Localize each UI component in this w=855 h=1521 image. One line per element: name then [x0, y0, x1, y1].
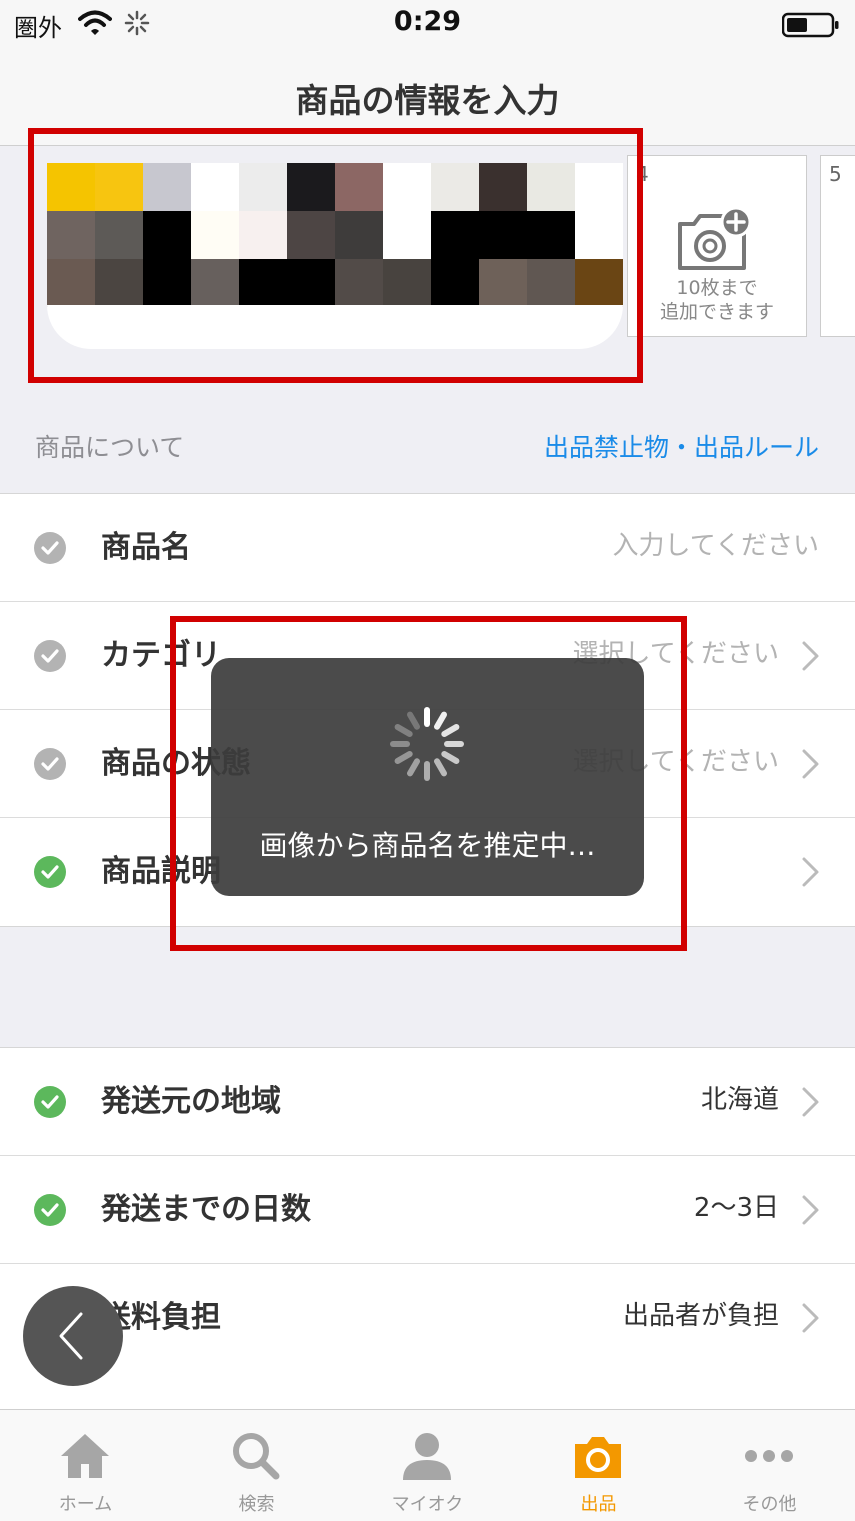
- section-header: 商品について 出品禁止物・出品ルール: [0, 400, 855, 492]
- row-value: 出品者が負担: [622, 1301, 779, 1331]
- check-done-icon: [34, 1086, 66, 1118]
- chevron-left-icon: [59, 1312, 83, 1360]
- photo-slot-5[interactable]: 5: [820, 155, 855, 337]
- tab-label: ホーム: [58, 1494, 113, 1515]
- slot-number: 5: [829, 162, 842, 186]
- row-value: 北海道: [700, 1085, 779, 1115]
- battery-icon: [782, 12, 839, 38]
- camera-icon: [575, 1437, 621, 1478]
- chevron-right-icon: [802, 641, 819, 671]
- add-photo-caption: 10枚まで 追加できます: [628, 276, 806, 324]
- status-bar: 圏外 0:29: [0, 0, 855, 48]
- page-title: 商品の情報を入力: [295, 81, 560, 120]
- tab-more[interactable]: その他: [684, 1410, 855, 1521]
- prohibited-items-link[interactable]: 出品禁止物・出品ルール: [544, 428, 819, 464]
- chevron-right-icon: [802, 749, 819, 779]
- item-name-input[interactable]: 入力してください: [613, 525, 819, 562]
- row-label: 発送元の地域: [101, 1084, 281, 1119]
- shipping-group: 発送元の地域 北海道 発送までの日数 2～3日 送料負担 出品者が負担: [0, 1047, 855, 1427]
- back-button[interactable]: [23, 1286, 123, 1386]
- tab-label: 検索: [238, 1494, 275, 1515]
- tab-my-auction[interactable]: マイオク: [342, 1410, 513, 1521]
- row-value: 2～3日: [693, 1193, 779, 1223]
- row-label: 発送までの日数: [101, 1192, 311, 1227]
- tab-label: 出品: [580, 1494, 617, 1515]
- chevron-right-icon: [802, 857, 819, 887]
- row-label: 商品名: [101, 530, 191, 565]
- row-ship-from[interactable]: 発送元の地域 北海道: [0, 1048, 855, 1156]
- search-icon: [233, 1433, 280, 1480]
- chevron-right-icon: [802, 1303, 819, 1333]
- highlight-box-hud: [170, 616, 687, 951]
- check-icon: [34, 532, 66, 564]
- check-icon: [34, 640, 66, 672]
- tab-label: その他: [742, 1494, 797, 1515]
- check-icon: [34, 748, 66, 780]
- chevron-right-icon: [802, 1195, 819, 1225]
- tab-search[interactable]: 検索: [171, 1410, 342, 1521]
- more-icon: [745, 1450, 793, 1462]
- status-time: 0:29: [393, 6, 462, 37]
- caption-line: 追加できます: [659, 301, 774, 323]
- tab-bar: ホーム 検索 マイオク 出品 その他: [0, 1409, 855, 1521]
- check-done-icon: [34, 856, 66, 888]
- check-done-icon: [34, 1194, 66, 1226]
- photo-slot-add[interactable]: 4 10枚まで 追加できます: [627, 155, 807, 337]
- home-icon: [61, 1434, 109, 1478]
- highlight-box-photo: [28, 128, 643, 383]
- tab-home[interactable]: ホーム: [0, 1410, 171, 1521]
- row-item-name[interactable]: 商品名 入力してください: [0, 494, 855, 602]
- add-camera-icon: [678, 206, 752, 270]
- caption-line: 10枚まで: [676, 277, 758, 299]
- row-shipping-cost[interactable]: 送料負担 出品者が負担: [0, 1264, 855, 1372]
- chevron-right-icon: [802, 1087, 819, 1117]
- section-title: 商品について: [35, 433, 185, 462]
- tab-label: マイオク: [391, 1494, 464, 1515]
- person-icon: [403, 1433, 451, 1480]
- tab-sell[interactable]: 出品: [513, 1410, 684, 1521]
- row-ship-days[interactable]: 発送までの日数 2～3日: [0, 1156, 855, 1264]
